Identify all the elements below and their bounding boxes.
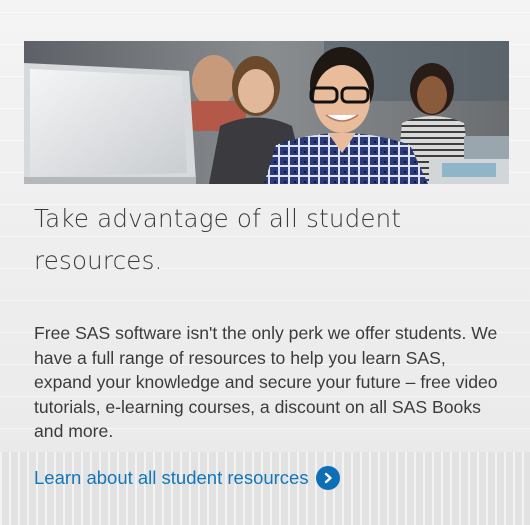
card-description: Free SAS software isn't the only perk we…	[34, 323, 498, 442]
hero-photo	[24, 41, 509, 184]
chevron-right-circle-icon	[315, 466, 340, 490]
student-resources-link-label: Learn about all student resources	[34, 467, 309, 488]
students-photo-illustration	[24, 41, 509, 184]
card-title: Take advantage of all student resources.	[34, 204, 402, 275]
student-resources-link[interactable]: Learn about all student resources	[34, 465, 340, 491]
